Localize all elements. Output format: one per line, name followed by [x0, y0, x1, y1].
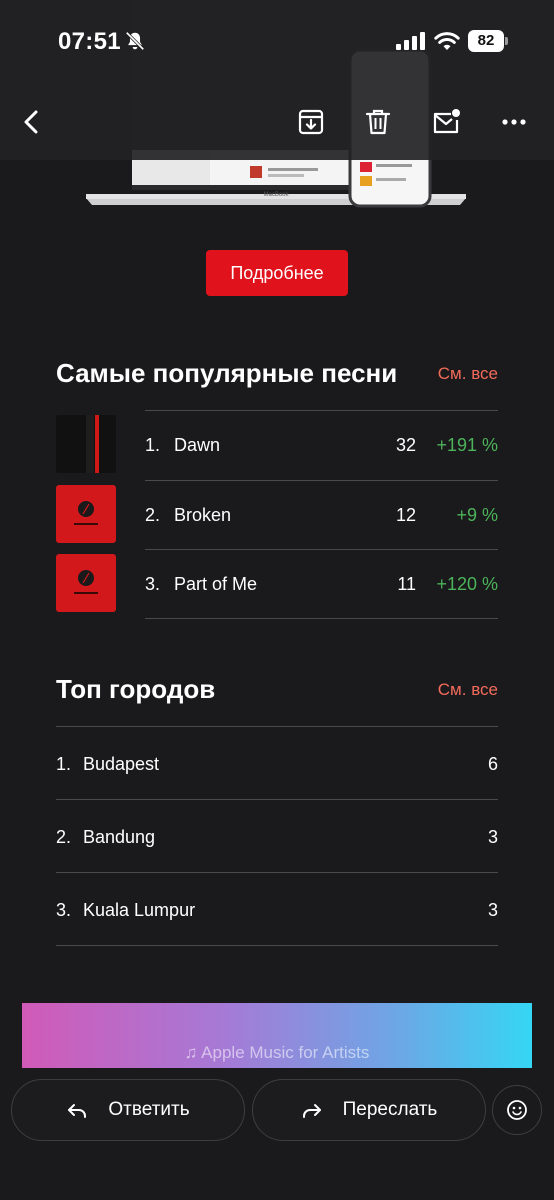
- row-divider: [56, 945, 498, 946]
- city-count: 6: [487, 754, 498, 774]
- album-art: [56, 554, 116, 612]
- cellular-signal-icon: [396, 32, 425, 50]
- song-row[interactable]: 3. Part of Me 11 +120 %: [56, 549, 498, 619]
- forward-arrow-icon: [302, 1104, 321, 1118]
- top-cities-title: Топ городов: [56, 674, 216, 704]
- song-count: 32: [395, 435, 416, 455]
- city-rank: 1.: [56, 754, 72, 774]
- mark-unread-button[interactable]: [424, 100, 468, 144]
- city-count: 3: [487, 900, 498, 920]
- more-button[interactable]: [492, 100, 536, 144]
- reply-label: Ответить: [108, 1099, 190, 1120]
- wifi-icon: [434, 32, 460, 50]
- song-rank: 2.: [145, 504, 161, 525]
- song-change: +120 %: [436, 574, 498, 594]
- row-divider: [145, 479, 498, 481]
- top-songs-title: Самые популярные песни: [56, 358, 398, 388]
- album-art: [56, 484, 116, 543]
- archive-icon: [298, 109, 324, 135]
- song-count: 12: [395, 504, 416, 525]
- city-row[interactable]: 3. Kuala Lumpur 3: [56, 872, 498, 945]
- song-change: +9 %: [456, 504, 498, 525]
- row-divider: [145, 410, 498, 411]
- delete-button[interactable]: [356, 100, 400, 144]
- song-title: Broken: [174, 504, 232, 525]
- top-songs-see-all-link[interactable]: См. все: [438, 364, 498, 384]
- smiley-icon: [507, 1100, 527, 1120]
- battery-tip: [505, 37, 508, 45]
- reply-button[interactable]: Ответить: [11, 1079, 245, 1141]
- city-name: Budapest: [83, 754, 160, 774]
- city-name: Kuala Lumpur: [83, 900, 196, 920]
- status-bar: 07:51 82: [0, 0, 554, 84]
- mail-unread-icon: [433, 109, 460, 134]
- song-row[interactable]: 2. Broken 12 +9 %: [56, 479, 498, 550]
- top-songs-list: 1. Dawn 32 +191 % 2. Broken 12 +9 % 3. P…: [56, 410, 498, 619]
- laptop-label: MacBook: [263, 192, 289, 198]
- city-row[interactable]: 1. Budapest 6: [56, 726, 498, 799]
- song-title: Dawn: [174, 435, 221, 455]
- top-cities-see-all-link[interactable]: См. все: [438, 680, 498, 700]
- apple-music-for-artists-banner[interactable]: ♫ Apple Music for Artists: [22, 1003, 532, 1069]
- city-name: Bandung: [83, 827, 156, 847]
- reply-arrow-icon: [68, 1104, 87, 1118]
- album-art: [56, 415, 116, 473]
- song-rank: 3.: [145, 574, 161, 594]
- city-row[interactable]: 2. Bandung 3: [56, 799, 498, 872]
- bell-off-icon: [125, 31, 145, 51]
- reaction-button[interactable]: [492, 1085, 542, 1135]
- back-icon: [24, 110, 38, 134]
- row-divider: [145, 618, 498, 619]
- battery-indicator: 82: [468, 30, 508, 52]
- city-rank: 2.: [56, 827, 72, 847]
- song-change: +191 %: [436, 435, 498, 455]
- forward-label: Переслать: [342, 1099, 438, 1120]
- song-count: 11: [397, 574, 416, 594]
- archive-button[interactable]: [289, 100, 333, 144]
- status-time: 07:51: [58, 28, 121, 55]
- song-rank: 1.: [145, 435, 161, 455]
- song-row[interactable]: 1. Dawn 32 +191 %: [56, 410, 498, 480]
- more-icon: [502, 119, 526, 125]
- learn-more-button[interactable]: Подробнее: [206, 250, 348, 296]
- city-count: 3: [487, 827, 498, 847]
- trash-icon: [365, 109, 391, 135]
- row-divider: [145, 549, 498, 550]
- song-title: Part of Me: [174, 574, 258, 594]
- forward-button[interactable]: Переслать: [252, 1079, 486, 1141]
- back-button[interactable]: [10, 100, 54, 144]
- battery-level: 82: [468, 30, 504, 52]
- top-cities-list: 1. Budapest 6 2. Bandung 3 3. Kuala Lump…: [56, 726, 498, 946]
- city-rank: 3.: [56, 900, 72, 920]
- banner-text: ♫ Apple Music for Artists: [184, 1043, 370, 1062]
